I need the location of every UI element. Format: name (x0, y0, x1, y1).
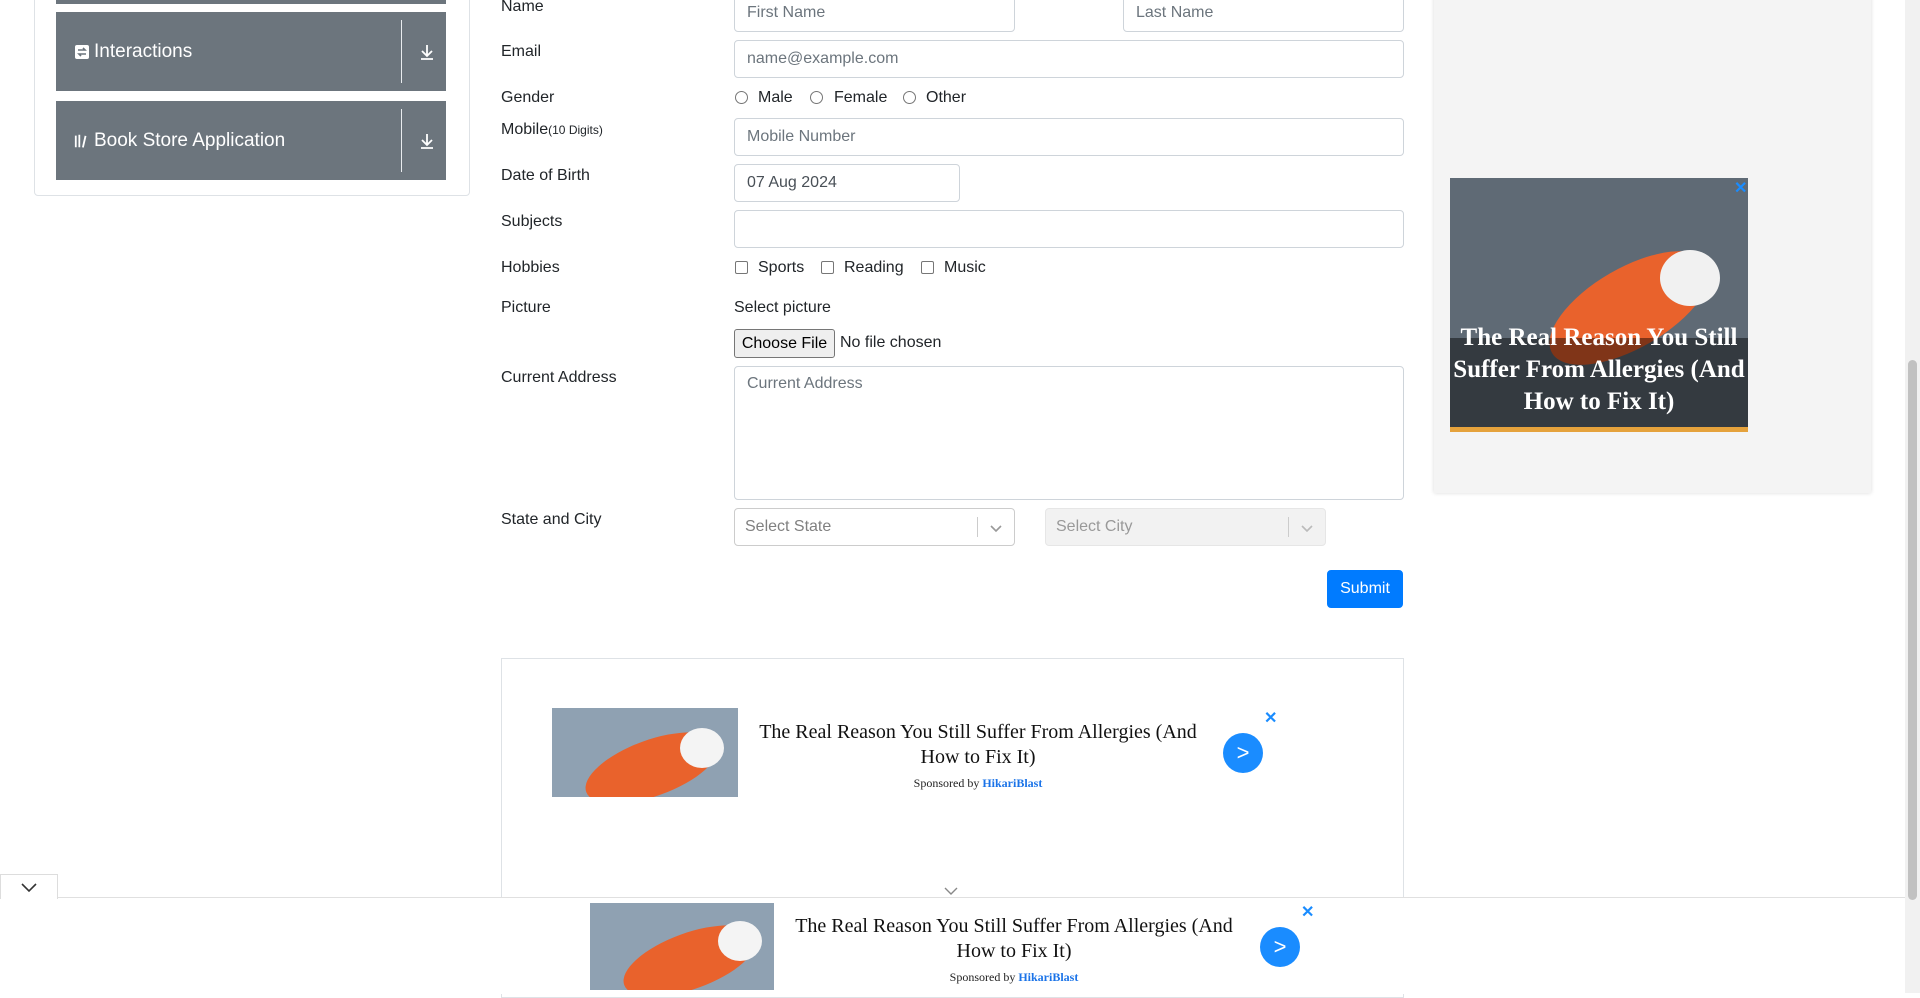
dob-input[interactable]: 07 Aug 2024 (734, 164, 960, 202)
mobile-input[interactable]: Mobile Number (734, 118, 1404, 156)
gender-other-label[interactable]: Other (926, 89, 966, 107)
hobby-sports-label[interactable]: Sports (758, 259, 804, 277)
city-select[interactable]: Select City (1045, 508, 1326, 546)
state-city-label: State and City (501, 511, 602, 528)
subjects-input[interactable] (734, 210, 1404, 248)
chevron-down-icon (988, 520, 1004, 536)
email-input[interactable]: name@example.com (734, 40, 1404, 78)
collapse-ad-tab[interactable] (0, 874, 58, 899)
sidebar-group-label: Interactions (94, 40, 193, 62)
mobile-label: Mobile(10 Digits) (501, 121, 603, 138)
email-label: Email (501, 43, 542, 60)
hobby-music-checkbox[interactable] (921, 261, 934, 274)
name-label: Name (501, 0, 544, 15)
hobbies-label: Hobbies (501, 259, 560, 276)
state-placeholder: Select State (745, 518, 832, 535)
bottom-ad-image[interactable] (590, 903, 774, 990)
first-name-input[interactable]: First Name (734, 0, 1015, 32)
gender-other-radio[interactable] (903, 91, 916, 104)
divider (401, 109, 402, 172)
current-address-textarea[interactable]: Current Address (734, 366, 1404, 500)
sidebar-group-label: Book Store Application (94, 129, 286, 151)
gender-female-label[interactable]: Female (834, 89, 887, 107)
inline-ad-go-button[interactable]: > (1223, 733, 1263, 773)
dob-label: Date of Birth (501, 167, 590, 184)
inline-ad-sponsor: Sponsored by HikariBlast (913, 776, 1043, 790)
bottom-ad-go-button[interactable]: > (1260, 927, 1300, 967)
address-label: Current Address (501, 369, 617, 386)
side-ad-title: The Real Reason You Still Suffer From Al… (1453, 324, 1745, 415)
sidebar-group-interactions[interactable]: Interactions (56, 12, 446, 91)
submit-button[interactable]: Submit (1327, 570, 1403, 608)
hobby-music-label[interactable]: Music (944, 259, 986, 277)
scrollbar-thumb[interactable] (1908, 360, 1917, 900)
close-icon[interactable]: ✕ (1301, 902, 1314, 922)
download-icon[interactable] (418, 132, 436, 150)
hobby-reading-checkbox[interactable] (821, 261, 834, 274)
divider (401, 20, 402, 83)
download-icon[interactable] (418, 43, 436, 61)
allergy-image (590, 903, 774, 990)
choose-file-button[interactable]: Choose File (734, 329, 835, 358)
picture-label: Picture (501, 299, 551, 316)
book-icon (74, 133, 90, 149)
close-icon[interactable]: ✕ (1734, 178, 1747, 198)
gender-male-label[interactable]: Male (758, 89, 793, 107)
last-name-input[interactable]: Last Name (1123, 0, 1404, 32)
inline-ad-image[interactable] (552, 708, 738, 797)
inline-ad-title[interactable]: The Real Reason You Still Suffer From Al… (750, 720, 1206, 770)
city-placeholder: Select City (1056, 518, 1133, 535)
subjects-label: Subjects (501, 213, 563, 230)
sidebar-group-book-store[interactable]: Book Store Application (56, 101, 446, 180)
chevron-down-icon (1299, 520, 1315, 536)
divider (977, 517, 978, 537)
mobile-hint: (10 Digits) (548, 123, 603, 137)
no-file-text: No file chosen (840, 334, 942, 351)
sidebar-previous-group-edge (56, 0, 446, 4)
hobby-reading-label[interactable]: Reading (844, 259, 904, 277)
state-select[interactable]: Select State (734, 508, 1015, 546)
allergy-image (552, 708, 738, 797)
chevron-down-icon (20, 881, 38, 899)
bottom-ad-sponsor: Sponsored by HikariBlast (949, 970, 1079, 984)
interactions-icon (74, 44, 90, 60)
gender-female-radio[interactable] (810, 91, 823, 104)
side-ad-card[interactable]: The Real Reason You Still Suffer From Al… (1450, 178, 1748, 432)
divider (1288, 517, 1289, 537)
hobby-sports-checkbox[interactable] (735, 261, 748, 274)
select-picture-label: Select picture (734, 299, 831, 316)
gender-label: Gender (501, 89, 555, 106)
close-icon[interactable]: ✕ (1264, 708, 1277, 728)
gender-male-radio[interactable] (735, 91, 748, 104)
bottom-ad-title[interactable]: The Real Reason You Still Suffer From Al… (786, 914, 1242, 964)
